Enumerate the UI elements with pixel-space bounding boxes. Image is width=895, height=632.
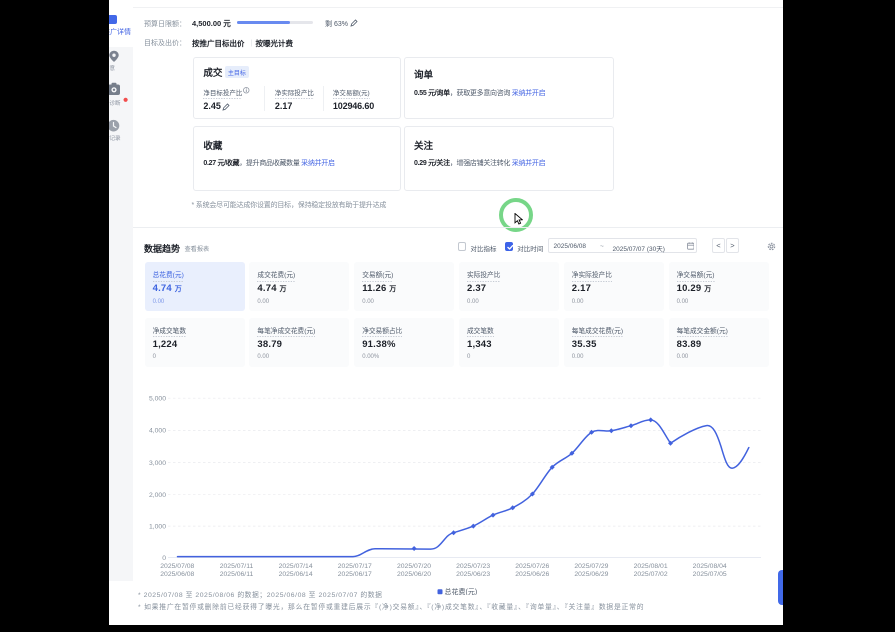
svg-text:2025/08/04: 2025/08/04	[693, 563, 727, 570]
svg-text:3,000: 3,000	[149, 460, 166, 467]
svg-text:2025/07/23: 2025/07/23	[456, 563, 490, 570]
svg-text:2025/06/17: 2025/06/17	[338, 571, 372, 578]
svg-text:2025/07/08: 2025/07/08	[160, 563, 194, 570]
svg-text:2025/07/26: 2025/07/26	[515, 563, 549, 570]
svg-text:2,000: 2,000	[149, 492, 166, 499]
svg-text:2025/07/14: 2025/07/14	[279, 563, 313, 570]
svg-text:2025/07/29: 2025/07/29	[574, 563, 608, 570]
svg-text:2025/08/01: 2025/08/01	[634, 563, 668, 570]
svg-text:2025/06/23: 2025/06/23	[456, 571, 490, 578]
svg-text:总花费(元): 总花费(元)	[445, 587, 478, 595]
svg-text:2025/07/02: 2025/07/02	[634, 571, 668, 578]
svg-text:2025/07/17: 2025/07/17	[338, 563, 372, 570]
svg-text:2025/06/26: 2025/06/26	[515, 571, 549, 578]
svg-text:2025/06/29: 2025/06/29	[574, 571, 608, 578]
svg-text:1,000: 1,000	[149, 523, 166, 530]
svg-text:2025/07/11: 2025/07/11	[220, 563, 254, 570]
svg-text:4,000: 4,000	[149, 428, 166, 435]
svg-text:2025/07/05: 2025/07/05	[693, 571, 727, 578]
svg-text:2025/06/20: 2025/06/20	[397, 571, 431, 578]
svg-text:2025/06/11: 2025/06/11	[220, 571, 254, 578]
svg-text:2025/06/08: 2025/06/08	[160, 571, 194, 578]
svg-text:2025/07/20: 2025/07/20	[397, 563, 431, 570]
svg-text:0: 0	[162, 555, 166, 562]
svg-text:2025/06/14: 2025/06/14	[279, 571, 313, 578]
svg-text:5,000: 5,000	[149, 395, 166, 402]
